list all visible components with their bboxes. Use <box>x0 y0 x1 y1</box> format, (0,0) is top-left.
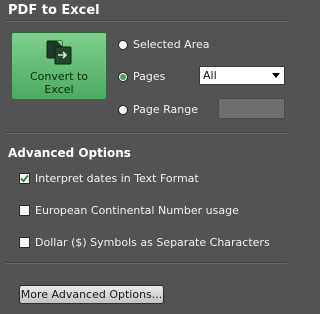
checkmark-icon <box>20 174 29 183</box>
radio-label: Pages <box>133 70 166 83</box>
advanced-options-title: Advanced Options <box>8 146 131 160</box>
panel-title: PDF to Excel <box>8 3 100 18</box>
radio-label: Page Range <box>133 103 198 116</box>
checkbox-interpret-dates[interactable]: Interpret dates in Text Format <box>19 172 199 185</box>
checkbox-label: Dollar ($) Symbols as Separate Character… <box>35 236 270 249</box>
more-advanced-options-button[interactable]: More Advanced Options... <box>19 285 164 304</box>
checkbox-dollar-symbols[interactable]: Dollar ($) Symbols as Separate Character… <box>19 236 270 249</box>
checkbox-box[interactable] <box>19 237 30 248</box>
dropdown-arrow-icon <box>272 73 280 78</box>
footer-divider <box>6 262 287 264</box>
section-divider <box>6 132 287 134</box>
radio-dot <box>120 73 126 80</box>
checkbox-box[interactable] <box>19 205 30 216</box>
radio-circle-selected[interactable] <box>118 71 128 82</box>
pages-dropdown-value: All <box>203 69 217 82</box>
convert-to-excel-icon <box>46 40 72 65</box>
pages-dropdown[interactable]: All <box>199 66 285 85</box>
convert-to-excel-button[interactable]: Convert to Excel <box>11 32 107 100</box>
radio-circle[interactable] <box>118 39 128 50</box>
checkbox-label: European Continental Number usage <box>35 204 239 217</box>
radio-circle[interactable] <box>118 104 128 115</box>
checkbox-box[interactable] <box>19 173 30 184</box>
convert-button-label: Convert to Excel <box>29 70 89 96</box>
radio-selected-area[interactable]: Selected Area <box>118 38 210 51</box>
checkbox-label: Interpret dates in Text Format <box>35 172 199 185</box>
radio-label: Selected Area <box>133 38 210 51</box>
page-range-input[interactable] <box>218 98 285 119</box>
title-divider <box>6 20 287 22</box>
radio-pages[interactable]: Pages <box>118 70 165 83</box>
checkbox-european-number[interactable]: European Continental Number usage <box>19 204 239 217</box>
radio-page-range[interactable]: Page Range <box>118 103 198 116</box>
